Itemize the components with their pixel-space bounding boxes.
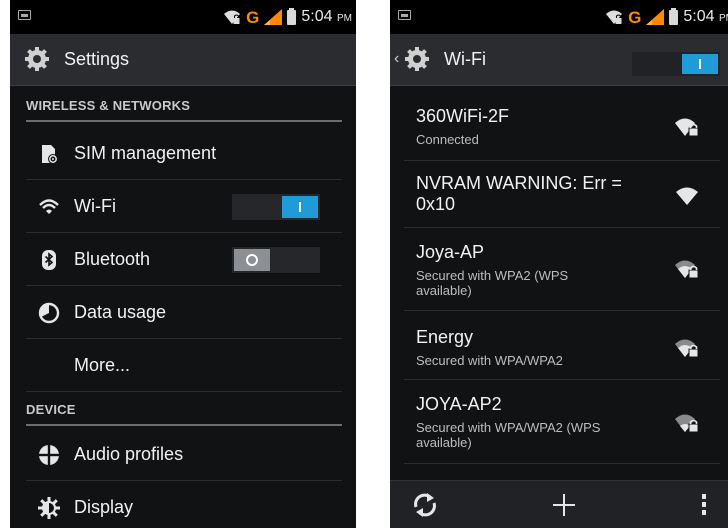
action-bar: Settings [10, 34, 356, 86]
wifi-toggle-switch[interactable] [232, 194, 320, 220]
clock: 5:04 PM [301, 8, 352, 25]
settings-item-label: More... [74, 355, 131, 375]
page-title: Wi-Fi [444, 49, 486, 69]
section-header-device: DEVICE [26, 396, 342, 426]
wifi-network-item[interactable]: Joya-AP Secured with WPA2 (WPS available… [404, 228, 720, 311]
settings-item-label: Wi-Fi [74, 196, 116, 216]
section-header-label: WIRELESS & NETWORKS [26, 98, 191, 113]
sim-card-icon [42, 145, 58, 164]
wifi-status-icon [606, 10, 623, 24]
settings-item-wifi[interactable]: Wi-Fi [26, 180, 342, 233]
toggle-knob-off [234, 249, 270, 271]
wifi-icon [39, 199, 59, 214]
section-header-label: DEVICE [26, 402, 76, 417]
wifi-network-item[interactable]: 360WiFi-2F Connected [404, 92, 720, 161]
network-type-indicator: G [628, 7, 642, 27]
signal-strength-icon [264, 9, 283, 25]
network-status: Connected [416, 132, 479, 147]
wifi-signal-lock-icon [675, 260, 699, 279]
settings-item-audio-profiles[interactable]: Audio profiles [26, 428, 342, 481]
settings-item-data-usage[interactable]: Data usage [26, 286, 342, 339]
wifi-signal-lock-icon [675, 414, 699, 433]
wifi-network-item[interactable]: JOYA-AP2 Secured with WPA/WPA2 (WPS avai… [404, 380, 720, 464]
wifi-master-toggle[interactable] [632, 52, 720, 76]
settings-item-more[interactable]: More... [26, 339, 342, 392]
bluetooth-icon [42, 250, 56, 270]
wifi-network-item[interactable]: NVRAM WARNING: Err = 0x10 [404, 161, 720, 228]
battery-icon [287, 7, 297, 25]
settings-item-label: SIM management [74, 143, 217, 163]
settings-item-label: Display [74, 497, 134, 517]
status-bar: G 5:04 PM [390, 0, 728, 34]
add-network-icon[interactable] [552, 493, 576, 517]
settings-gear-icon[interactable] [404, 46, 430, 72]
network-ssid: Energy [416, 327, 474, 347]
overflow-menu-icon[interactable] [700, 493, 708, 517]
settings-gear-icon[interactable] [24, 46, 50, 72]
bottom-action-bar [390, 480, 728, 528]
wifi-signal-lock-icon [675, 339, 699, 358]
clock: 5:04 PM [683, 8, 728, 25]
section-header-wireless: WIRELESS & NETWORKS [26, 92, 342, 122]
signal-strength-icon [646, 9, 665, 25]
wifi-status-icon [224, 10, 241, 24]
settings-item-sim-management[interactable]: SIM management [26, 127, 342, 180]
wifi-network-item[interactable]: Energy Secured with WPA/WPA2 [404, 311, 720, 380]
network-ssid: 360WiFi-2F [416, 106, 510, 126]
network-status: Secured with WPA/WPA2 [416, 353, 563, 368]
display-brightness-icon [38, 497, 60, 519]
toggle-knob-on [682, 54, 718, 74]
screenshot-notification-icon [18, 10, 31, 20]
wifi-screen: G 5:04 PM ‹ Wi-Fi 360WiFi-2F [390, 0, 728, 528]
bluetooth-toggle-switch[interactable] [232, 247, 320, 273]
action-bar: ‹ Wi-Fi [390, 34, 728, 86]
status-bar: G 5:04 PM [10, 0, 356, 34]
network-status: Secured with WPA2 (WPS available) [416, 268, 569, 298]
toggle-knob-on [282, 196, 318, 218]
network-type-indicator: G [246, 7, 260, 27]
battery-icon [669, 7, 679, 25]
network-ssid: Joya-AP [416, 242, 485, 262]
network-status: Secured with WPA/WPA2 (WPS available) [416, 420, 601, 450]
wifi-signal-lock-icon [675, 118, 699, 137]
audio-profiles-icon [38, 444, 60, 466]
settings-screen: G 5:04 PM Settings WIRELESS & NETWORKS S… [10, 0, 356, 528]
network-ssid: NVRAM WARNING: Err = 0x10 [416, 173, 622, 214]
settings-item-label: Data usage [74, 302, 167, 322]
page-title: Settings [64, 49, 130, 69]
wifi-signal-icon [676, 187, 698, 205]
settings-item-label: Audio profiles [74, 444, 184, 464]
settings-item-display[interactable]: Display [26, 481, 342, 528]
screenshot-notification-icon [398, 10, 411, 20]
refresh-scan-icon[interactable] [412, 493, 438, 517]
settings-item-bluetooth[interactable]: Bluetooth [26, 233, 342, 286]
data-usage-icon [38, 302, 60, 324]
back-chevron-icon[interactable]: ‹ [394, 50, 399, 68]
settings-item-label: Bluetooth [74, 249, 151, 269]
network-ssid: JOYA-AP2 [416, 394, 502, 414]
